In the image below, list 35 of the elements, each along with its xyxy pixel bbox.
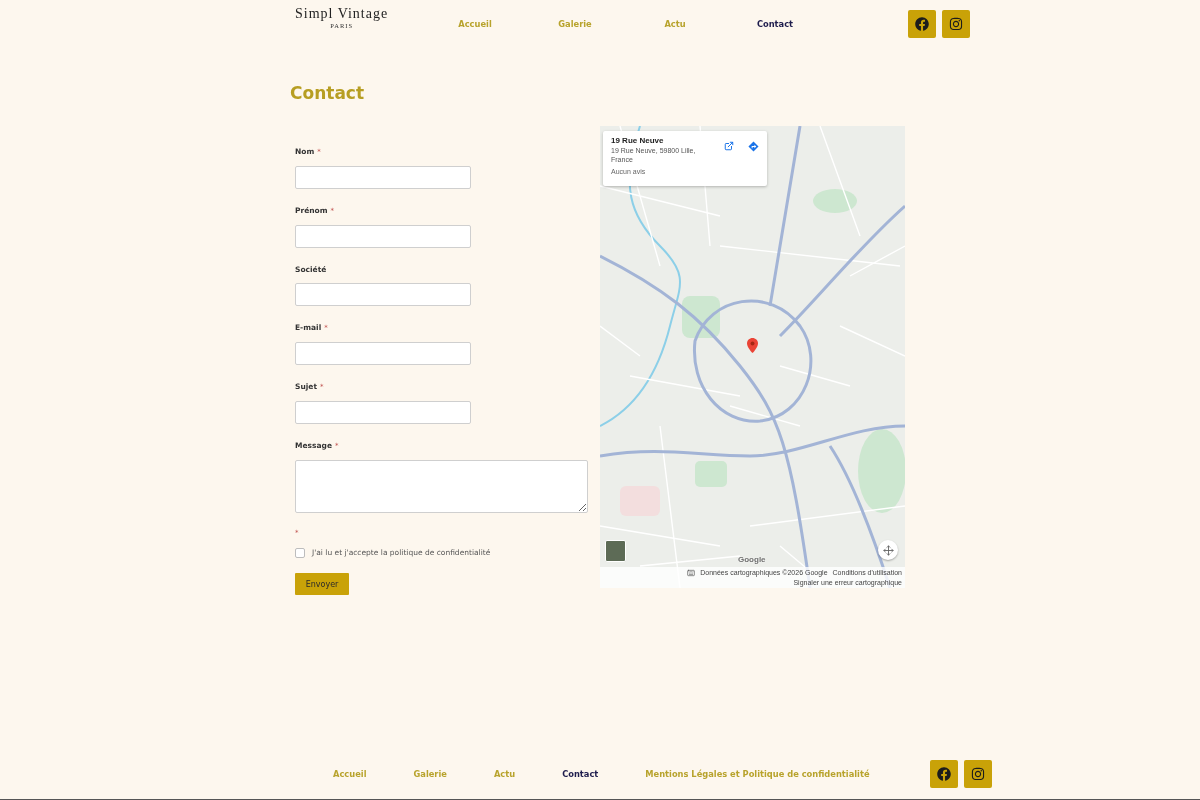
input-field[interactable] bbox=[295, 342, 471, 365]
footer-link[interactable]: Contact bbox=[562, 768, 599, 780]
keyboard-icon[interactable] bbox=[687, 568, 696, 577]
directions-icon[interactable] bbox=[748, 141, 759, 152]
facebook-icon bbox=[915, 17, 929, 31]
footer-link[interactable]: Galerie bbox=[413, 768, 447, 780]
move-arrows-icon bbox=[882, 544, 894, 556]
submit-button[interactable]: Envoyer bbox=[295, 573, 349, 595]
footer-link[interactable]: Actu bbox=[493, 768, 516, 780]
social-button[interactable] bbox=[908, 10, 936, 38]
social-button[interactable] bbox=[942, 10, 970, 38]
nav-link[interactable]: Galerie bbox=[558, 18, 592, 30]
input-field[interactable] bbox=[295, 166, 471, 189]
message-field[interactable] bbox=[295, 460, 588, 513]
footer-link[interactable]: Mentions Légales et Politique de confidentialité bbox=[645, 768, 870, 780]
external-link-icon[interactable] bbox=[724, 141, 734, 151]
place-title: 19 Rue Neuve bbox=[611, 136, 664, 146]
input-field[interactable] bbox=[295, 225, 471, 248]
nav-link[interactable]: Accueil bbox=[458, 18, 492, 30]
nav-link[interactable]: Contact bbox=[756, 18, 794, 30]
consent-checkbox[interactable] bbox=[295, 548, 305, 558]
facebook-icon bbox=[937, 767, 951, 781]
map-pin-icon bbox=[747, 338, 758, 353]
social-button[interactable] bbox=[964, 760, 992, 788]
social-button[interactable] bbox=[930, 760, 958, 788]
nav-link[interactable]: Actu bbox=[664, 18, 686, 30]
brand-name[interactable]: Simpl Vintage bbox=[295, 6, 389, 22]
input-field[interactable] bbox=[295, 283, 471, 306]
layer-thumbnail[interactable] bbox=[605, 540, 626, 562]
instagram-icon bbox=[949, 17, 963, 31]
footer-link[interactable]: Accueil bbox=[333, 768, 367, 780]
input-field[interactable] bbox=[295, 401, 471, 424]
map-logo: Google bbox=[738, 555, 766, 564]
instagram-icon bbox=[971, 767, 985, 781]
page-title: Contact bbox=[290, 83, 365, 103]
